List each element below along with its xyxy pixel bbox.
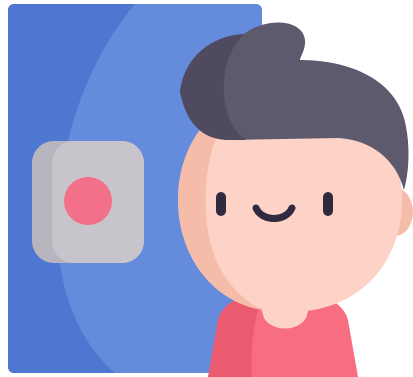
door-lock-panel: [32, 141, 144, 263]
person-next-to-door-icon: [8, 4, 413, 377]
door-lock-button: [64, 177, 112, 225]
left-eye: [216, 192, 226, 216]
right-eye: [323, 192, 333, 216]
